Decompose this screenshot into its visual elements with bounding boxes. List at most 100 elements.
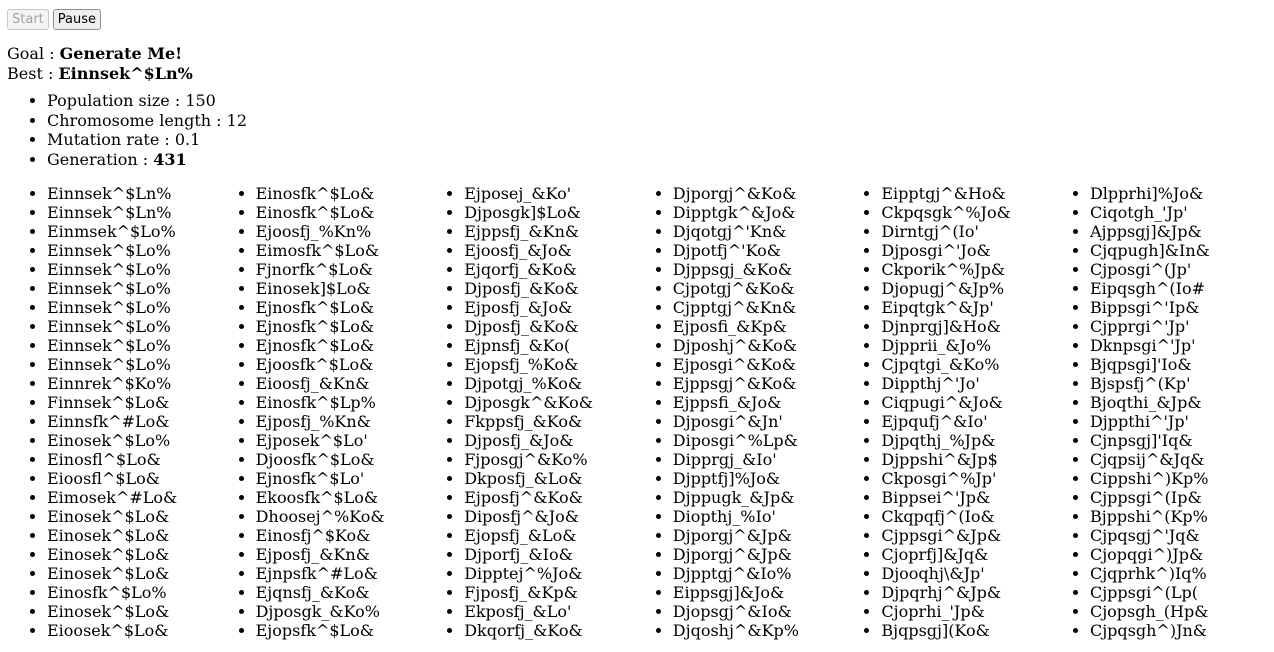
chromosome-item: Einosek^$Lo& [47,602,256,621]
start-button[interactable]: Start [7,8,49,30]
chromosome-item: Djposfj_&Jo& [464,431,673,450]
chromosome-item: Ejpnsfj_&Ko( [464,336,673,355]
chromosome-item: Einosfk^$Lo& [256,184,465,203]
population-column: Eipptgj^&Ho&Ckpqsgk^%Jo&Dirntgj^(Io'Djpo… [881,184,1090,640]
chromosome-item: Ekoosfk^$Lo& [256,488,465,507]
chromosome-item: Ejnosfk^$Lo' [256,469,465,488]
chromosome-item: Djporfj_&Io& [464,545,673,564]
chromosome-item: Djppthi^'Jp' [1090,412,1274,431]
chromosome-item: Dipprgj_&Io' [673,450,882,469]
chromosome-item: Einnsek^$Ln% [47,203,256,222]
chromosome-item: Eioosfj_&Kn& [256,374,465,393]
chromosome-item: Djposgk]$Lo& [464,203,673,222]
chromosome-item: Einosek^$Lo& [47,526,256,545]
chromosome-item: Einosfj^$Ko& [256,526,465,545]
chromosome-item: Dipptej^%Jo& [464,564,673,583]
chromosome-item: Ejposfj_&Jo& [464,298,673,317]
chromosome-item: Cjpptgj^&Kn& [673,298,882,317]
chromosome-item: Einnsek^$Lo% [47,279,256,298]
status-info: Goal : Generate Me! Best : Einnsek^$Ln% [7,44,1267,84]
chromosome-item: Einnrek^$Ko% [47,374,256,393]
chromosome-item: Djppshi^&Jp$ [881,450,1090,469]
chromosome-item: Einnsek^$Lo% [47,260,256,279]
chromosome-item: Ejoosfj_&Jo& [464,241,673,260]
chromosome-item: Cjpqsgh^)Jn& [1090,621,1274,640]
chromosome-item: Djpptfj]%Jo& [673,469,882,488]
population-column: Ejposej_&Ko'Djposgk]$Lo&Ejppsfj_&Kn&Ejoo… [464,184,673,640]
param-value: 0.1 [174,130,201,149]
chromosome-item: Cjqpugh]&In& [1090,241,1274,260]
chromosome-item: Dirntgj^(Io' [881,222,1090,241]
chromosome-item: Ejopsfk^$Lo& [256,621,465,640]
controls: Start Pause [7,8,1267,30]
chromosome-item: Djpqrhj^&Jp& [881,583,1090,602]
chromosome-item: Ejoosfk^$Lo& [256,355,465,374]
chromosome-item: Dkposfj_&Lo& [464,469,673,488]
best-value: Einnsek^$Ln% [58,64,193,83]
chromosome-item: Ckposgi^%Jp' [881,469,1090,488]
chromosome-item: Cjopqgi^)Jp& [1090,545,1274,564]
param-generation: Generation : 431 [47,150,1267,170]
chromosome-item: Dkqorfj_&Ko& [464,621,673,640]
chromosome-item: Djoosfk^$Lo& [256,450,465,469]
chromosome-item: Djooqhj\&Jp' [881,564,1090,583]
chromosome-item: Cjqpsij^&Jq& [1090,450,1274,469]
param-value: 12 [226,110,247,130]
chromosome-item: Ejposfj^&Ko& [464,488,673,507]
chromosome-item: Djpprii_&Jo% [881,336,1090,355]
chromosome-item: Djppugk_&Jp& [673,488,882,507]
chromosome-item: Einnsek^$Lo% [47,241,256,260]
chromosome-item: Ejposek^$Lo' [256,431,465,450]
chromosome-item: Ejqnsfj_&Ko& [256,583,465,602]
chromosome-item: Bippsgi^'Ip& [1090,298,1274,317]
chromosome-item: Cjppsgi^(Lp( [1090,583,1274,602]
chromosome-item: Djposhj^&Ko& [673,336,882,355]
chromosome-item: Ejoosfj_%Kn% [256,222,465,241]
chromosome-item: Djopugj^&Jp% [881,279,1090,298]
chromosome-item: Ekposfj_&Lo' [464,602,673,621]
chromosome-item: Djporgj^&Jp& [673,526,882,545]
chromosome-item: Djpotfj^'Ko& [673,241,882,260]
chromosome-item: Ejppsgj^&Ko& [673,374,882,393]
population-column: Einnsek^$Ln%Einnsek^$Ln%Einmsek^$Lo%Einn… [47,184,256,640]
chromosome-item: Bjoqthi_&Jp& [1090,393,1274,412]
chromosome-item: Ejposgi^&Ko& [673,355,882,374]
chromosome-item: Cjppsgi^(Ip& [1090,488,1274,507]
chromosome-item: Einnsek^$Ln% [47,184,256,203]
population-column: Einosfk^$Lo&Einosfk^$Lo&Ejoosfj_%Kn%Eimo… [256,184,465,640]
best-label: Best : [7,64,59,83]
chromosome-item: Ejopsfj_&Lo& [464,526,673,545]
chromosome-item: Diopthj_%Io' [673,507,882,526]
chromosome-item: Ejnpsfk^#Lo& [256,564,465,583]
chromosome-item: Ejnosfk^$Lo& [256,317,465,336]
chromosome-item: Ajppsgj]&Jp& [1090,222,1274,241]
chromosome-item: Einnsek^$Lo% [47,317,256,336]
chromosome-item: Djposfj_&Ko& [464,317,673,336]
chromosome-item: Eimosfk^$Lo& [256,241,465,260]
chromosome-item: Eippsgj]&Jo& [673,583,882,602]
chromosome-item: Einosek^$Lo& [47,564,256,583]
chromosome-item: Ejppsfi_&Jo& [673,393,882,412]
chromosome-item: Djqoshj^&Kp% [673,621,882,640]
chromosome-item: Einosek^$Lo% [47,431,256,450]
goal-label: Goal : [7,44,60,63]
chromosome-item: Djppsgj_&Ko& [673,260,882,279]
chromosome-item: Dhoosej^%Ko& [256,507,465,526]
chromosome-item: Ejopsfj_%Ko& [464,355,673,374]
chromosome-item: Djnprgj]&Ho& [881,317,1090,336]
param-population-size: Population size : 150 [47,91,1267,111]
pause-button[interactable]: Pause [52,8,101,30]
goal-line: Goal : Generate Me! [7,44,1267,64]
chromosome-item: Djpqthj_%Jp& [881,431,1090,450]
chromosome-item: Djopsgj^&Io& [673,602,882,621]
chromosome-item: Dknpsgi^'Jp' [1090,336,1274,355]
chromosome-item: Cjnpsgj]'Iq& [1090,431,1274,450]
chromosome-item: Cjoprfj]&Jq& [881,545,1090,564]
chromosome-item: Cjpqsgj^'Jq& [1090,526,1274,545]
chromosome-item: Einosek^$Lo& [47,507,256,526]
chromosome-item: Einmsek^$Lo% [47,222,256,241]
chromosome-item: Einnsek^$Lo% [47,336,256,355]
chromosome-item: Djposgi^'Jo& [881,241,1090,260]
goal-value: Generate Me! [59,44,183,63]
best-line: Best : Einnsek^$Ln% [7,64,1267,84]
